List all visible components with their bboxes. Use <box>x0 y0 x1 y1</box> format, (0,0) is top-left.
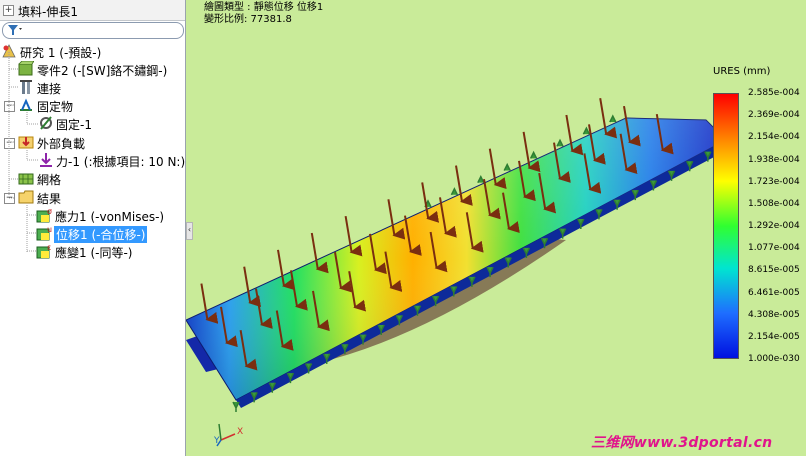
legend-tick-label: 1.292e-004 <box>748 221 800 231</box>
tree-item-fixed-1[interactable]: 固定-1 <box>0 115 185 133</box>
part-icon <box>18 61 34 76</box>
tree-item-fixtures[interactable]: − 固定物 <box>0 97 185 115</box>
tree-item-stress-1[interactable]: σ 應力1 (-vonMises-) <box>0 207 185 225</box>
tree-item-external-loads[interactable]: − 外部負載 <box>0 134 185 152</box>
fixed-icon <box>40 116 52 130</box>
coordinate-triad: X Y <box>213 423 243 447</box>
legend-title: URES (mm) <box>713 66 771 77</box>
fixture-marker <box>529 150 538 159</box>
tree-item-part[interactable]: 零件2 (-[SW]鉻不鏽鋼-) <box>0 61 185 79</box>
svg-text:ε: ε <box>47 243 51 252</box>
fixture-marker <box>503 162 511 171</box>
fixtures-icon <box>20 98 32 111</box>
tree-item-label: 應變1 (-同等-) <box>55 246 133 260</box>
legend-tick-label: 2.154e-005 <box>748 331 800 342</box>
tree-item-strain-1[interactable]: ε 應變1 (-同等-) <box>0 243 185 261</box>
svg-text:u: u <box>47 225 52 234</box>
tree-item-results[interactable]: − 結果 <box>0 189 185 207</box>
tree-item-label: 應力1 (-vonMises-) <box>55 210 165 224</box>
collapse-toggle[interactable]: − <box>4 101 15 112</box>
fixture-marker <box>556 138 564 147</box>
plate-shading <box>186 118 726 400</box>
collapse-toggle[interactable]: − <box>4 193 15 204</box>
tree-item-mesh[interactable]: 網格 <box>0 170 185 188</box>
study-icon <box>2 44 16 58</box>
tree-item-label: 固定-1 <box>56 118 92 132</box>
fixture-marker <box>609 114 617 123</box>
legend-tick-label: 2.154e-004 <box>748 132 800 143</box>
tree-item-displacement-1[interactable]: u 位移1 (-合位移-) <box>0 225 185 243</box>
top-bar: + 填料-伸長1 <box>0 0 185 21</box>
tree-item-label: 固定物 <box>37 100 74 114</box>
tree-item-force-1[interactable]: 力-1 (:根據項目: 10 N:) <box>0 152 185 170</box>
legend-tick-label: 1.938e-004 <box>748 154 800 165</box>
legend-tick-label: 1.000e-030 <box>748 354 800 364</box>
legend-tick-label: 1.508e-004 <box>748 198 800 209</box>
svg-text:σ: σ <box>47 207 52 216</box>
fixture-marker <box>582 126 591 135</box>
tree-item-study[interactable]: 研究 1 (-預設-) <box>0 43 185 61</box>
legend-tick-label: 2.585e-004 <box>748 88 800 98</box>
legend-tick-label: 1.723e-004 <box>748 176 800 187</box>
top-bar-label: 填料-伸長1 <box>18 5 78 19</box>
tree-item-label: 力-1 (:根據項目: 10 N:) <box>56 155 186 169</box>
watermark-text: 三维网www.3dportal.cn <box>591 435 773 451</box>
tree-item-label: 研究 1 (-預設-) <box>20 46 102 60</box>
force-icon <box>40 153 52 167</box>
collapse-toggle[interactable]: − <box>4 138 15 149</box>
results-folder-icon <box>18 190 34 204</box>
connections-icon <box>20 80 32 94</box>
triad-y-label: Y <box>213 436 220 446</box>
tree-item-label: 連接 <box>37 82 62 96</box>
strain-plot-icon: ε <box>36 243 51 259</box>
legend-tick-label: 4.308e-005 <box>748 309 800 320</box>
tree-filter-bar[interactable] <box>2 22 184 39</box>
fixture-marker <box>477 174 485 183</box>
deformation-scale-label: 變形比例: 77381.8 <box>204 14 292 25</box>
tree-item-connections[interactable]: 連接 <box>0 79 185 97</box>
filter-icon[interactable] <box>7 24 23 36</box>
tree-item-label-selected: 位移1 (-合位移-) <box>54 226 148 243</box>
triad-x-label: X <box>237 427 243 437</box>
external-loads-icon <box>18 136 34 149</box>
tree-item-label: 外部負載 <box>37 137 86 151</box>
tree-item-label: 零件2 (-[SW]鉻不鏽鋼-) <box>37 64 168 78</box>
displacement-plot-icon: u <box>36 225 52 241</box>
feature-manager-tree: + 填料-伸長1 研究 1 (-預設-) 零件2 (-[SW]鉻不鏽鋼-) 連接 <box>0 0 186 456</box>
stress-plot-icon: σ <box>36 207 52 223</box>
legend-tick-label: 1.077e-004 <box>748 243 800 254</box>
tree-item-label: 網格 <box>37 173 62 187</box>
legend-tick-label: 8.615e-005 <box>748 265 800 276</box>
fixture-marker <box>450 187 459 196</box>
tree-item-label: 結果 <box>37 192 62 206</box>
legend-color-bar <box>713 93 739 359</box>
legend-tick-label: 6.461e-005 <box>748 287 800 298</box>
expand-toggle[interactable]: + <box>3 5 14 16</box>
fixture-marker <box>232 401 240 412</box>
load-arrow <box>522 131 541 173</box>
legend-tick-label: 2.369e-004 <box>748 110 800 121</box>
mesh-icon <box>18 173 34 185</box>
